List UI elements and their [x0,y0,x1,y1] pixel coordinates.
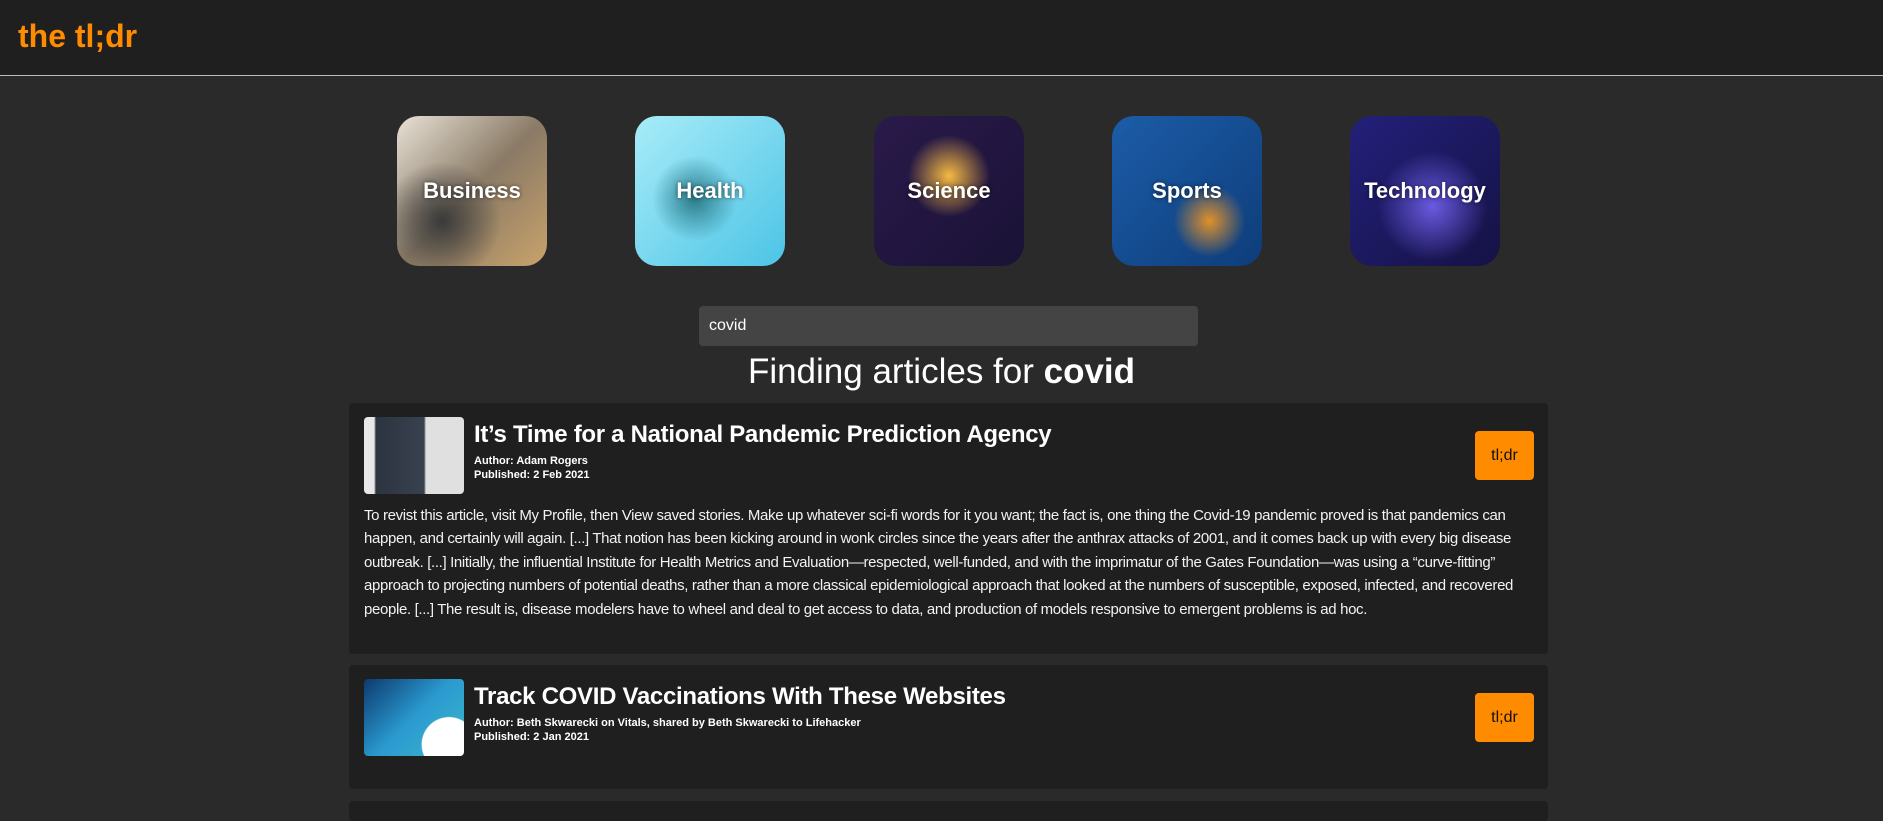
category-label: Technology [1364,178,1486,203]
article-author: Author: Beth Skwarecki on Vitals, shared… [474,717,861,729]
tldr-button[interactable]: tl;dr [1475,693,1534,742]
tldr-button[interactable]: tl;dr [1475,431,1534,480]
search-input[interactable] [699,306,1198,346]
article-thumbnail [364,679,464,756]
results-heading: Finding articles for covid [0,352,1883,392]
article-published: Published: 2 Jan 2021 [474,731,589,743]
article-title[interactable]: Track COVID Vaccinations With These Webs… [474,683,1006,711]
results-heading-query: covid [1043,352,1136,391]
article-title[interactable]: It’s Time for a National Pandemic Predic… [474,421,1052,449]
category-sports[interactable]: Sports [1112,116,1262,266]
article-card: Track COVID Vaccinations With These Webs… [349,665,1548,789]
article-card: It’s Time for a National Pandemic Predic… [349,403,1548,654]
category-science[interactable]: Science [874,116,1024,266]
category-label: Science [907,178,991,203]
category-label: Health [676,178,744,203]
app-logo[interactable]: the tl;dr [18,18,137,55]
article-author: Author: Adam Rogers [474,455,588,467]
category-health[interactable]: Health [635,116,785,266]
category-business[interactable]: Business [397,116,547,266]
results-heading-prefix: Finding articles for [747,352,1034,391]
article-summary: To revist this article, visit My Profile… [364,507,1514,618]
category-label: Sports [1152,178,1222,203]
article-published: Published: 2 Feb 2021 [474,469,590,481]
top-header: the tl;dr [0,0,1883,76]
article-thumbnail [364,417,464,494]
article-card [349,801,1548,821]
category-technology[interactable]: Technology [1350,116,1500,266]
category-label: Business [423,178,521,203]
